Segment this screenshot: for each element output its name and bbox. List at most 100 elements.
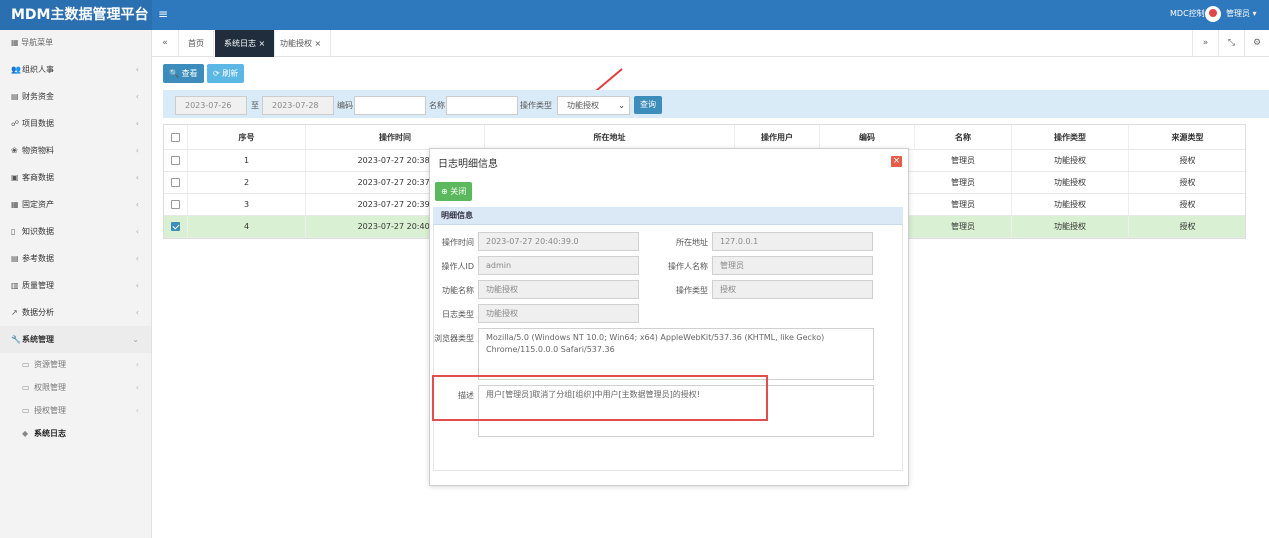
sidebar-subitem-permission[interactable]: ▭ 权限管理 ‹ [0,376,151,399]
tab-scroll-left-icon[interactable]: « [152,30,179,57]
close-button-label: 关闭 [450,187,467,196]
chevron-left-icon: ‹ [135,119,139,128]
row-checkbox-checked[interactable] [171,222,180,231]
sidebar-item-quality[interactable]: ▥ 质量管理 ‹ [0,272,151,299]
settings-icon[interactable]: ⚙ [1244,30,1269,57]
menu-toggle-icon[interactable]: ≡ [158,0,168,28]
log-detail-dialog: 日志明细信息 × ⊕ 关闭 明细信息 操作时间 2023-07-27 20:40… [429,148,909,486]
col-header[interactable]: 名称 [915,125,1012,149]
close-button[interactable]: ⊕ 关闭 [435,182,473,201]
col-header[interactable]: 操作用户 [735,125,820,149]
sidebar-item-label: 项目数据 [22,119,54,128]
sidebar-item-reference[interactable]: ▤ 参考数据 ‹ [0,245,151,272]
function-field[interactable]: 功能授权 [478,280,639,299]
op-type-select[interactable]: 功能授权 ⌄ [557,96,630,115]
sidebar-item-label: 数据分析 [22,308,54,317]
list-icon: ▤ [11,254,19,263]
card-icon: ▤ [11,92,19,101]
op-type-field[interactable]: 授权 [712,280,873,299]
sidebar-item-materials[interactable]: ❀ 物资物料 ‹ [0,137,151,164]
cell-no: 2 [188,172,306,193]
col-header[interactable]: 操作时间 [306,125,485,149]
sidebar-item-project[interactable]: ☍ 项目数据 ‹ [0,110,151,137]
tab-system-log[interactable]: 系统日志 × [215,30,276,57]
cell-op-type: 功能授权 [1012,172,1129,193]
user-menu[interactable]: 管理员 ▾ [1226,0,1257,28]
tab-home[interactable]: 首页 [179,30,214,57]
sidebar-item-label: 参考数据 [22,254,54,263]
log-type-field[interactable]: 功能授权 [478,304,639,323]
sidebar-item-customer[interactable]: ▣ 客商数据 ‹ [0,164,151,191]
sidebar-item-assets[interactable]: ▦ 固定资产 ‹ [0,191,151,218]
row-checkbox-cell [164,216,188,237]
sidebar-subitem-resource[interactable]: ▭ 资源管理 ‹ [0,353,151,376]
name-input[interactable] [446,96,518,115]
avatar[interactable] [1205,6,1221,22]
close-icon[interactable]: × [891,156,902,167]
browser-label: 浏览器类型 [434,334,474,343]
date-start-input[interactable]: 2023-07-26 [175,96,247,115]
dialog-title: 日志明细信息 [438,159,498,170]
sidebar-item-finance[interactable]: ▤ 财务资金 ‹ [0,83,151,110]
row-checkbox[interactable] [171,178,180,187]
sidebar-subitem-label: 授权管理 [34,406,66,415]
cubes-icon: ❀ [11,146,18,155]
select-all-checkbox[interactable] [171,132,180,142]
date-end-input[interactable]: 2023-07-28 [262,96,334,115]
col-header[interactable]: 编码 [820,125,915,149]
location-pin-icon [1209,9,1217,17]
browser-textarea[interactable]: Mozilla/5.0 (Windows NT 10.0; Win64; x64… [478,328,874,380]
sidebar-subitem-authorization[interactable]: ▭ 授权管理 ‹ [0,399,151,422]
sidebar-item-system[interactable]: 🔧系统管理 ⌄ [0,326,151,353]
top-bar: MDM主数据管理平台 ≡ MDC控制台 管理员 ▾ [0,0,1269,30]
chevron-left-icon: ‹ [135,406,139,415]
user-id-field[interactable]: admin [478,256,639,275]
folder-icon: ▭ [22,406,30,415]
sidebar-header-label: 导航菜单 [21,38,54,47]
line-chart-icon: ↗ [11,308,18,317]
sidebar-subitem-label: 权限管理 [34,383,66,392]
app-title: MDM主数据管理平台 [0,0,152,30]
sidebar-item-label: 固定资产 [22,200,54,209]
grid-icon: ▦ [11,38,22,47]
query-button[interactable]: 查询 [634,96,662,114]
sidebar-item-hr[interactable]: 👥组织人事 ‹ [0,56,151,83]
chevron-left-icon: ‹ [135,383,139,392]
address-field[interactable]: 127.0.0.1 [712,232,873,251]
col-header[interactable]: 来源类型 [1129,125,1246,149]
op-time-label: 操作时间 [442,238,474,247]
cell-op-type: 功能授权 [1012,216,1129,237]
cell-source: 授权 [1179,178,1196,187]
user-id-label: 操作人ID [441,262,474,271]
user-name-field[interactable]: 管理员 [712,256,873,275]
sidebar-item-analysis[interactable]: ↗ 数据分析 ‹ [0,299,151,326]
sidebar-header: ▦ 导航菜单 [0,30,151,56]
col-header[interactable]: 序号 [188,125,306,149]
refresh-button[interactable]: ⟳ 刷新 [207,64,245,83]
cell-name: 管理员 [915,150,1012,171]
detail-section-title: 明细信息 [433,207,903,225]
cell-no: 1 [188,150,306,171]
code-input[interactable] [354,96,426,115]
address-label: 所在地址 [676,238,708,247]
op-type-label: 操作类型 [520,101,552,110]
chevron-down-icon: ⌄ [132,335,139,344]
row-checkbox[interactable] [171,200,180,209]
tab-scroll-right-icon[interactable]: » [1192,30,1218,57]
fullscreen-icon[interactable]: ⤡ [1218,30,1244,57]
sidebar-subitem-syslog[interactable]: ◆ 系统日志 [0,422,151,445]
sidebar-item-label: 组织人事 [22,65,54,74]
cell-op-type: 功能授权 [1012,150,1129,171]
sidebar-item-knowledge[interactable]: ▯ 知识数据 ‹ [0,218,151,245]
col-header[interactable]: 所在地址 [485,125,735,149]
row-checkbox[interactable] [171,156,180,165]
chevron-left-icon: ‹ [135,360,139,369]
chevron-left-icon: ‹ [135,173,139,182]
chevron-left-icon: ‹ [135,254,139,263]
op-time-field[interactable]: 2023-07-27 20:40:39.0 [478,232,639,251]
row-checkbox-cell [164,194,188,215]
plus-circle-icon: ⊕ [441,187,451,196]
view-button[interactable]: 🔍 查看 [163,64,204,83]
tab-function-auth[interactable]: 功能授权 × [271,30,332,57]
col-header[interactable]: 操作类型 [1012,125,1129,149]
